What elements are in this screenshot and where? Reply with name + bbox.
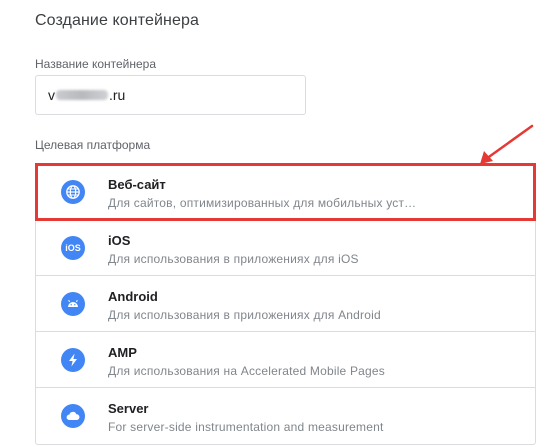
platform-option-server[interactable]: Server For server-side instrumentation a… [36, 388, 535, 444]
platform-title: Android [108, 289, 158, 304]
platform-description: For server-side instrumentation and meas… [108, 420, 384, 434]
container-name-input[interactable]: v .ru [35, 75, 306, 115]
platform-description: Для сайтов, оптимизированных для мобильн… [108, 196, 417, 210]
platform-list: Веб-сайт Для сайтов, оптимизированных дл… [35, 163, 536, 445]
platform-description: Для использования в приложениях для Andr… [108, 308, 381, 322]
platform-option-website[interactable]: Веб-сайт Для сайтов, оптимизированных дл… [35, 163, 536, 221]
globe-icon [61, 180, 85, 204]
platform-option-amp[interactable]: AMP Для использования на Accelerated Mob… [36, 332, 535, 388]
create-container-page: Создание контейнера Название контейнера … [0, 0, 551, 447]
page-title: Создание контейнера [35, 12, 199, 29]
platform-option-ios[interactable]: iOS iOS Для использования в приложениях … [36, 220, 535, 276]
platform-title: Веб-сайт [108, 177, 166, 192]
blurred-text-mask [56, 90, 108, 100]
annotation-arrow-icon [480, 124, 534, 164]
container-name-value-suffix: .ru [109, 87, 126, 103]
ios-icon-text: iOS [65, 243, 81, 253]
lightning-icon [61, 348, 85, 372]
platform-title: Server [108, 401, 149, 416]
platform-description: Для использования в приложениях для iOS [108, 252, 359, 266]
platform-description: Для использования на Accelerated Mobile … [108, 364, 385, 378]
container-name-value-prefix: v [48, 87, 55, 103]
ios-icon: iOS [61, 236, 85, 260]
cloud-icon [61, 404, 85, 428]
android-icon [61, 292, 85, 316]
platform-title: iOS [108, 233, 131, 248]
platform-title: AMP [108, 345, 137, 360]
container-name-label: Название контейнера [35, 57, 157, 71]
platform-option-android[interactable]: Android Для использования в приложениях … [36, 276, 535, 332]
target-platform-label: Целевая платформа [35, 138, 151, 152]
